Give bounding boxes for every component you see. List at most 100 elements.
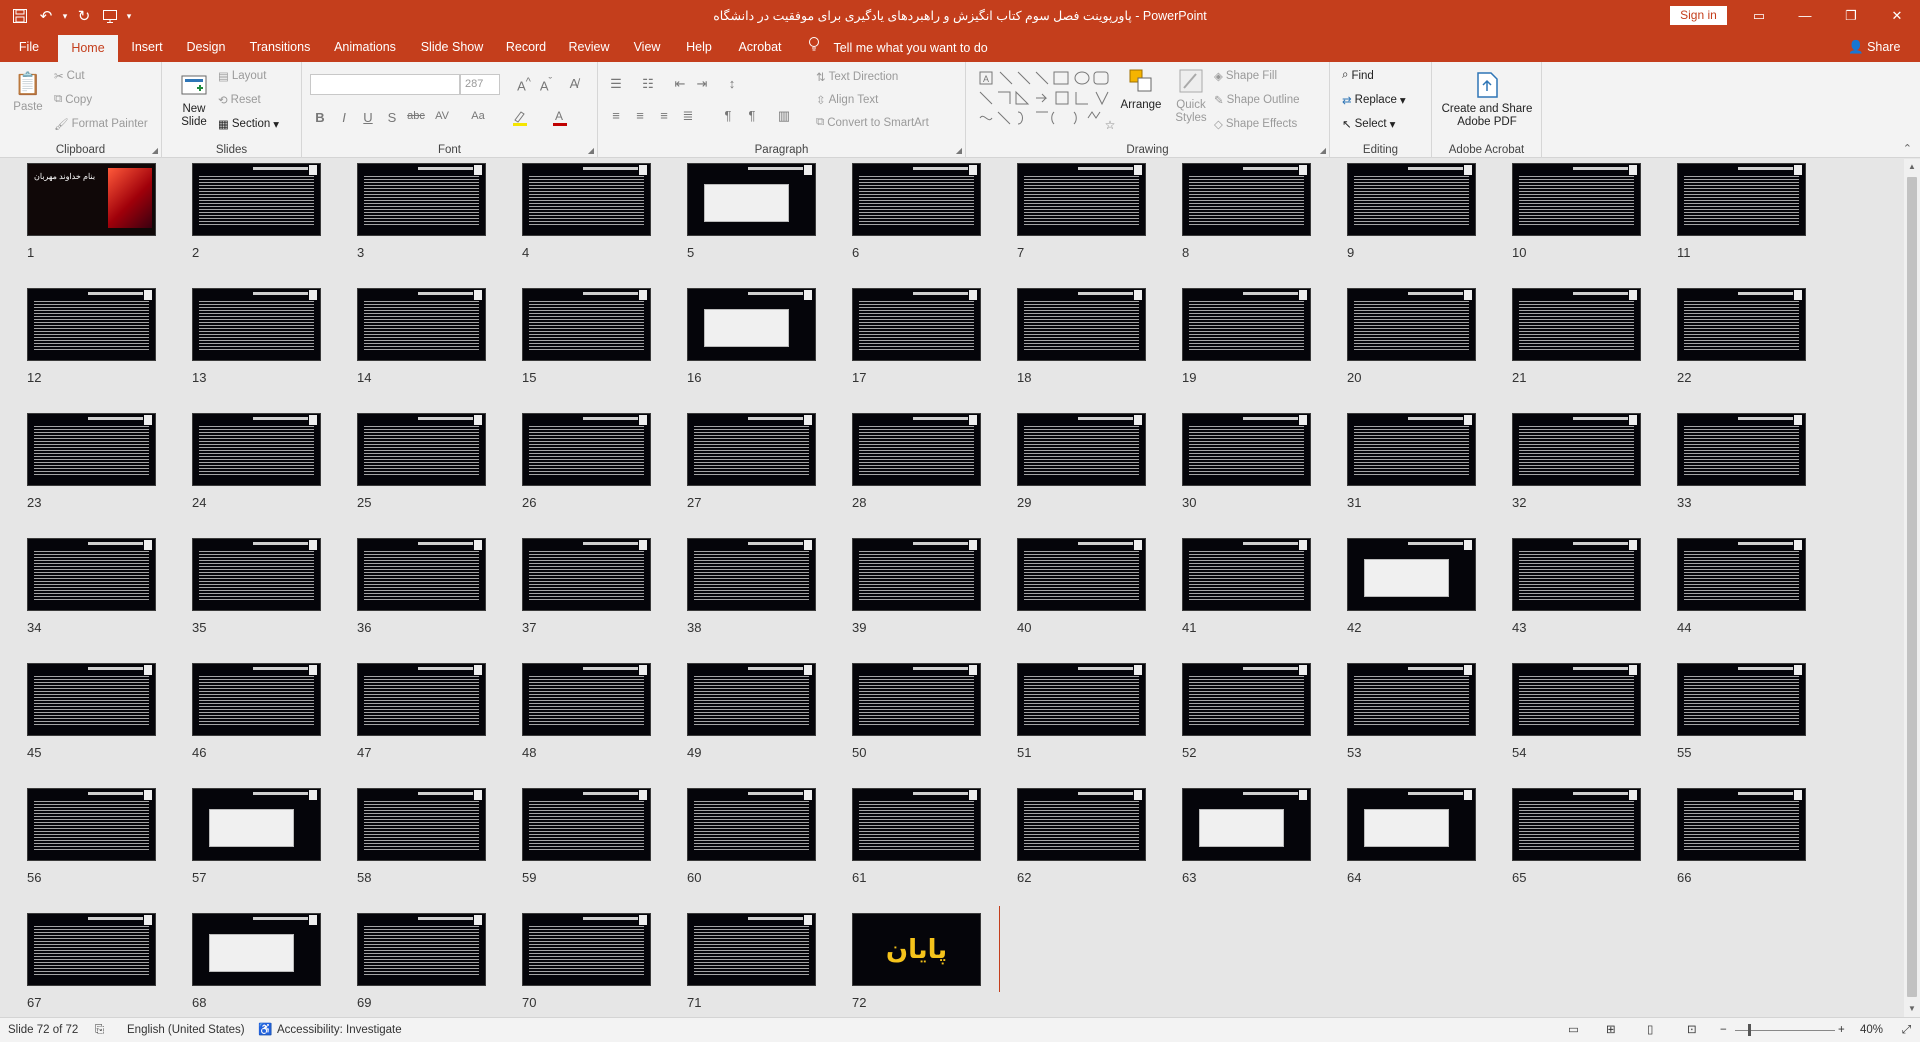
slide-thumbnail[interactable] (522, 538, 651, 611)
font-launcher-icon[interactable]: ◢ (588, 146, 594, 155)
tab-help[interactable]: Help (678, 32, 720, 62)
share-button[interactable]: 👤 Share (1848, 32, 1900, 62)
align-right-icon[interactable]: ≡ (654, 108, 674, 123)
slide-thumbnail[interactable] (1512, 788, 1641, 861)
clear-formatting-icon[interactable]: A̸ (564, 76, 584, 91)
slide-thumbnail[interactable] (1182, 413, 1311, 486)
slide-thumbnail[interactable] (27, 413, 156, 486)
rtl-direction-icon[interactable]: ¶ (742, 108, 762, 123)
slide-thumbnail[interactable] (192, 788, 321, 861)
text-direction-button[interactable]: ⇅ Text Direction (816, 70, 898, 84)
tab-animations[interactable]: Animations (328, 32, 402, 62)
tab-slide-show[interactable]: Slide Show (412, 32, 492, 62)
strikethrough-button[interactable]: abc (406, 110, 426, 122)
slide-thumbnail[interactable] (522, 288, 651, 361)
slide-thumbnail[interactable] (687, 413, 816, 486)
slide-thumbnail[interactable] (1347, 163, 1476, 236)
copy-button[interactable]: ⧉ Copy (54, 93, 92, 106)
save-icon[interactable] (8, 4, 32, 28)
slide-thumbnail[interactable] (852, 788, 981, 861)
replace-button[interactable]: ⇄ Replace ▾ (1342, 93, 1406, 107)
slide-thumbnail[interactable] (192, 163, 321, 236)
increase-indent-icon[interactable]: ⇥ (692, 76, 712, 92)
slide-thumbnail[interactable] (1182, 538, 1311, 611)
find-button[interactable]: ⌕ Find (1342, 69, 1374, 82)
slide-thumbnail[interactable] (522, 663, 651, 736)
slide-sorter-view-icon[interactable]: ⊞ (1606, 1018, 1616, 1042)
tab-acrobat[interactable]: Acrobat (730, 32, 790, 62)
shape-fill-button[interactable]: ◈ Shape Fill (1214, 69, 1277, 83)
scroll-up-icon[interactable]: ▲ (1904, 159, 1920, 175)
slide-thumbnail[interactable] (1512, 413, 1641, 486)
undo-icon[interactable]: ↶ (34, 4, 58, 28)
align-text-button[interactable]: ⇳ Align Text (816, 93, 878, 107)
decrease-indent-icon[interactable]: ⇤ (670, 76, 690, 92)
slide-thumbnail[interactable] (1017, 663, 1146, 736)
close-icon[interactable]: ✕ (1874, 0, 1920, 32)
spellcheck-icon[interactable]: ⎘ (95, 1018, 104, 1042)
slide-thumbnail[interactable] (1677, 288, 1806, 361)
tab-review[interactable]: Review (562, 32, 616, 62)
slide-thumbnail[interactable] (522, 788, 651, 861)
slide-thumbnail[interactable] (1347, 288, 1476, 361)
underline-button[interactable]: U (358, 110, 378, 125)
format-painter-button[interactable]: 🖌 Format Painter (54, 117, 148, 131)
reading-view-icon[interactable]: ▯ (1647, 1018, 1653, 1042)
slide-thumbnail[interactable] (1182, 663, 1311, 736)
slide-thumbnail[interactable] (852, 288, 981, 361)
start-from-beginning-icon[interactable] (98, 4, 122, 28)
slide-thumbnail[interactable] (1512, 663, 1641, 736)
collapse-ribbon-icon[interactable]: ⌃ (1903, 142, 1912, 155)
slide-thumbnail[interactable] (27, 663, 156, 736)
vertical-scrollbar[interactable]: ▲ ▼ (1904, 159, 1920, 1017)
slide-thumbnail[interactable] (1677, 163, 1806, 236)
slide-thumbnail[interactable] (1017, 163, 1146, 236)
tab-view[interactable]: View (626, 32, 668, 62)
quick-styles-button[interactable]: Quick Styles (1166, 66, 1216, 125)
slide-thumbnail[interactable] (687, 663, 816, 736)
slide-thumbnail[interactable] (1677, 788, 1806, 861)
convert-smartart-button[interactable]: ⧉ Convert to SmartArt (816, 116, 929, 129)
slide-thumbnail[interactable] (27, 913, 156, 986)
character-spacing-button[interactable]: AV (432, 110, 452, 122)
slide-thumbnail[interactable]: پایان (852, 913, 981, 986)
slide-thumbnail[interactable] (1017, 788, 1146, 861)
shape-effects-button[interactable]: ◇ Shape Effects (1214, 117, 1297, 131)
shadow-button[interactable]: S (382, 110, 402, 125)
slide-thumbnail[interactable] (852, 413, 981, 486)
tab-file[interactable]: File (10, 32, 48, 62)
tab-design[interactable]: Design (180, 32, 232, 62)
slide-thumbnail[interactable] (522, 413, 651, 486)
shape-outline-button[interactable]: ✎ Shape Outline (1214, 93, 1300, 107)
ltr-direction-icon[interactable]: ¶ (718, 108, 738, 123)
numbering-icon[interactable]: ☷ (638, 76, 658, 92)
tab-record[interactable]: Record (500, 32, 552, 62)
slide-thumbnail[interactable] (1512, 288, 1641, 361)
align-center-icon[interactable]: ≡ (630, 108, 650, 123)
maximize-icon[interactable]: ❐ (1828, 0, 1874, 32)
slide-thumbnail[interactable] (27, 538, 156, 611)
slide-thumbnail[interactable] (522, 163, 651, 236)
slide-thumbnail[interactable] (1512, 163, 1641, 236)
justify-icon[interactable]: ≣ (678, 108, 698, 124)
fit-to-window-icon[interactable]: ⤢ (1902, 1018, 1911, 1042)
arrange-button[interactable]: Arrange (1114, 66, 1168, 112)
undo-dropdown-icon[interactable]: ▾ (60, 4, 70, 28)
slide-thumbnail[interactable] (357, 538, 486, 611)
slide-thumbnail[interactable] (1677, 538, 1806, 611)
slide-thumbnail[interactable] (357, 288, 486, 361)
slide-thumbnail[interactable] (192, 663, 321, 736)
zoom-slider-thumb[interactable] (1748, 1024, 1751, 1036)
slide-thumbnail[interactable] (357, 913, 486, 986)
slide-thumbnail[interactable] (687, 913, 816, 986)
change-case-button[interactable]: Aa (468, 110, 488, 122)
minimize-icon[interactable]: — (1782, 0, 1828, 32)
tab-insert[interactable]: Insert (124, 32, 170, 62)
slide-thumbnail[interactable] (1182, 788, 1311, 861)
clipboard-launcher-icon[interactable]: ◢ (152, 146, 158, 155)
slide-thumbnail[interactable] (357, 163, 486, 236)
select-button[interactable]: ↖ Select ▾ (1342, 117, 1395, 131)
highlight-color-icon[interactable] (510, 108, 530, 129)
slide-show-view-icon[interactable]: ⊡ (1687, 1018, 1697, 1042)
slide-thumbnail[interactable] (687, 163, 816, 236)
